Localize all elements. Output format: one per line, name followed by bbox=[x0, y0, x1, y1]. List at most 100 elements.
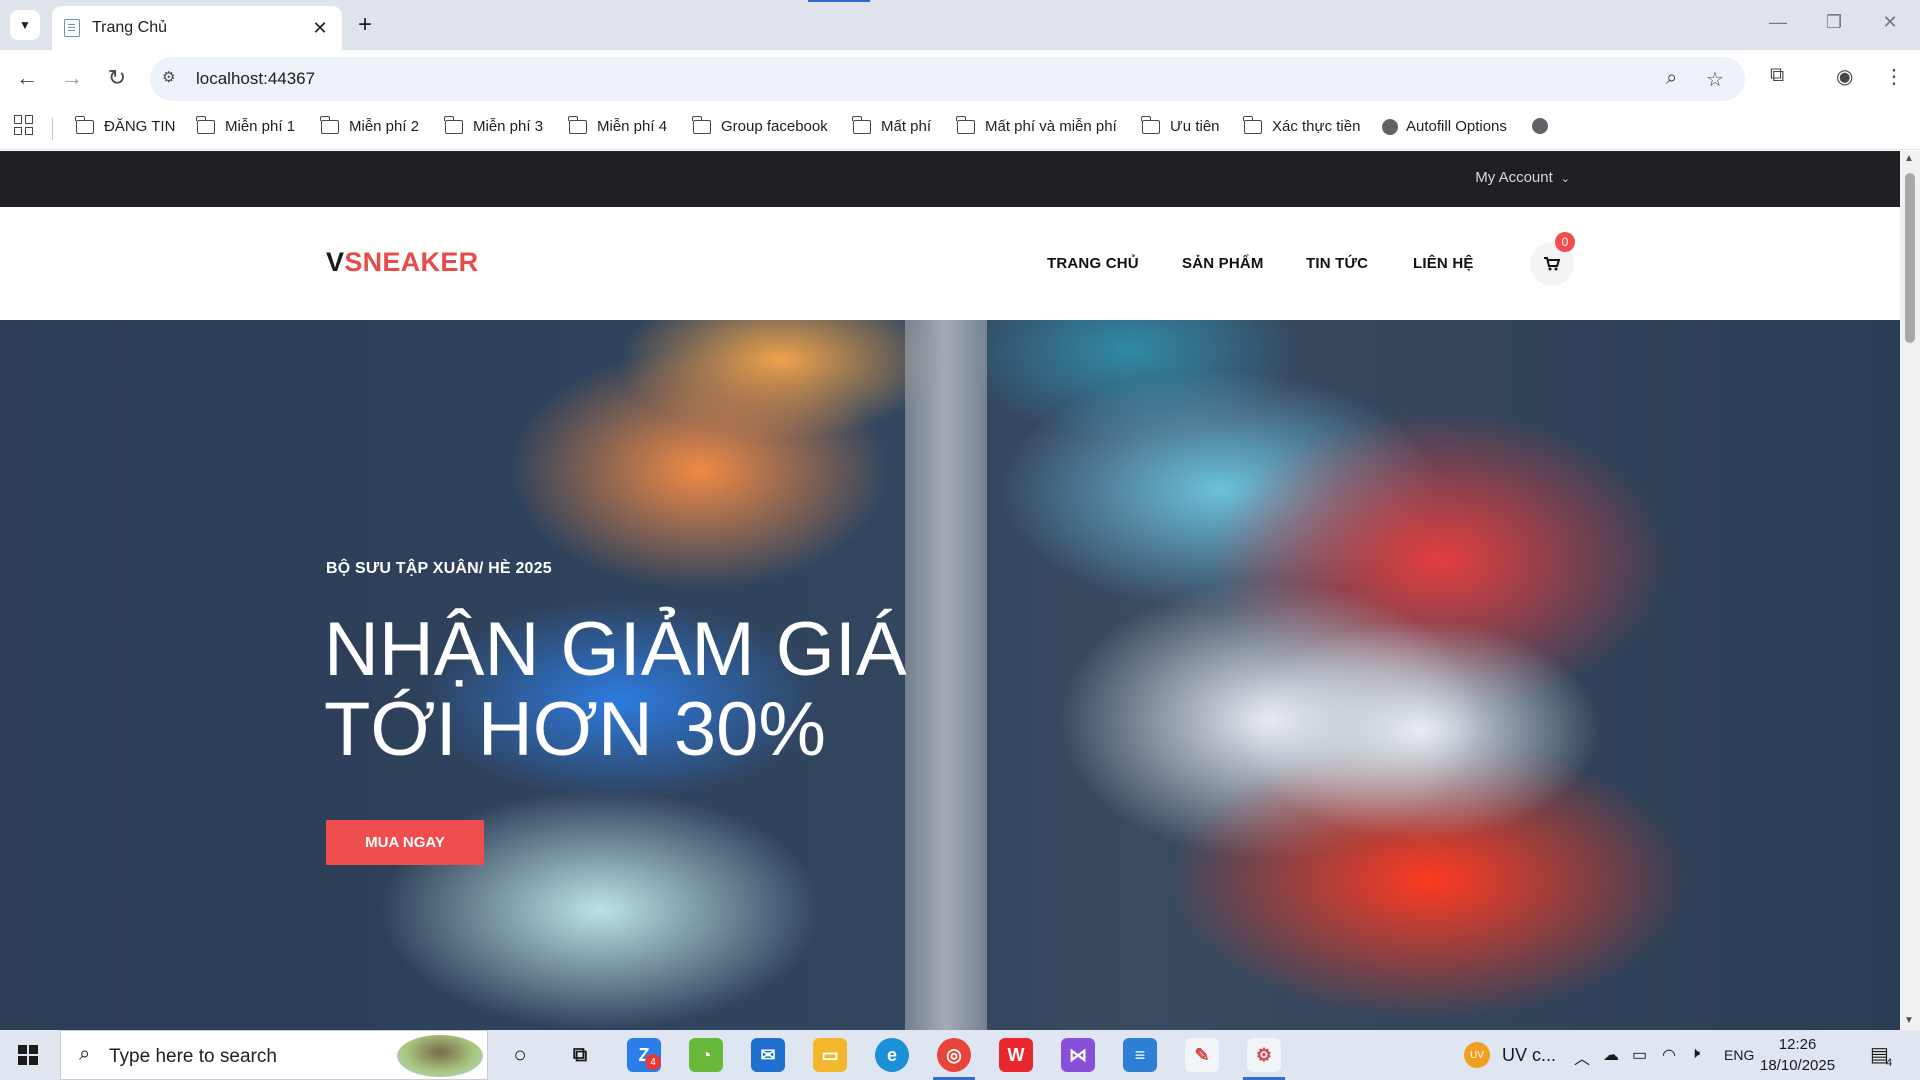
hero-title-line-1: NHẬN GIẢM GIÁ bbox=[324, 607, 907, 692]
bookmark-label: Mất phí bbox=[881, 118, 932, 135]
logo-rest: SNEAKER bbox=[344, 247, 479, 277]
folder-icon bbox=[1243, 115, 1262, 134]
visual-studio-icon[interactable]: ⋈ bbox=[1061, 1038, 1095, 1072]
volume-muted-icon[interactable]: 🕨 bbox=[1690, 1045, 1700, 1063]
page-scrollbar[interactable]: ▲ ▼ bbox=[1900, 151, 1920, 1030]
user-avatar[interactable]: UV bbox=[1464, 1042, 1490, 1068]
language-indicator[interactable]: ENG bbox=[1724, 1047, 1754, 1063]
minimize-icon[interactable]: — bbox=[1758, 12, 1798, 33]
wifi-icon[interactable]: ◠ bbox=[1662, 1045, 1676, 1065]
bookmark-label: Miễn phí 2 bbox=[349, 118, 420, 135]
page-favicon-icon bbox=[64, 19, 80, 37]
site-logo[interactable]: VSNEAKER bbox=[326, 247, 478, 278]
chrome-icon[interactable]: ◎ bbox=[937, 1038, 971, 1072]
back-icon[interactable]: ← bbox=[12, 65, 42, 91]
sql-server-icon[interactable]: ⚙ bbox=[1247, 1038, 1281, 1072]
cortana-icon[interactable]: ○ bbox=[503, 1038, 537, 1072]
windows-taskbar: ⌕ Type here to search ○ ⧉ Z 4 ◔ ✉ ▭ e ◎ … bbox=[0, 1030, 1920, 1080]
tray-user-label[interactable]: UV c... bbox=[1502, 1045, 1556, 1066]
paint-icon[interactable]: ✎ bbox=[1185, 1038, 1219, 1072]
folder-icon bbox=[320, 115, 339, 134]
scroll-up-icon[interactable]: ▲ bbox=[1904, 153, 1914, 164]
bookmark-mien-phi-1[interactable]: Miễn phí 1 bbox=[196, 115, 295, 135]
chevron-down-icon: ⌄ bbox=[1560, 173, 1570, 185]
file-explorer-icon[interactable]: ▭ bbox=[813, 1038, 847, 1072]
nav-lien-he[interactable]: LIÊN HỆ bbox=[1413, 255, 1474, 272]
database-icon[interactable]: ≡ bbox=[1123, 1038, 1157, 1072]
folder-icon bbox=[444, 115, 463, 134]
hero-title-line-2: TỚI HƠN 30% bbox=[324, 687, 826, 772]
bookmark-label: Xác thực tiền bbox=[1272, 118, 1361, 135]
bookmark-mat-phi[interactable]: Mất phí bbox=[852, 115, 932, 135]
browser-tab-strip: ▼ Trang Chủ ✕ + — ❐ ✕ bbox=[0, 0, 1920, 50]
extensions-icon[interactable]: ⧉ bbox=[1770, 64, 1784, 87]
bookmark-label: Ưu tiên bbox=[1170, 118, 1220, 135]
reload-icon[interactable]: ↻ bbox=[102, 65, 132, 91]
tab-title: Trang Chủ bbox=[92, 19, 167, 36]
my-account-dropdown[interactable]: My Account ⌄ bbox=[1475, 169, 1570, 186]
bookmark-star-icon[interactable]: ☆ bbox=[1706, 67, 1724, 92]
zalo-badge: 4 bbox=[645, 1054, 661, 1070]
nav-tin-tuc[interactable]: TIN TỨC bbox=[1306, 255, 1368, 272]
scroll-down-icon[interactable]: ▼ bbox=[1904, 1015, 1914, 1026]
greenshot-icon[interactable]: ◔ bbox=[689, 1038, 723, 1072]
bookmark-dang-tin[interactable]: ĐĂNG TIN bbox=[75, 115, 176, 135]
bookmark-mien-phi-4[interactable]: Miễn phí 4 bbox=[568, 115, 668, 135]
wps-office-icon[interactable]: W bbox=[999, 1038, 1033, 1072]
clock-date: 18/10/2025 bbox=[1760, 1057, 1836, 1074]
url-text[interactable]: localhost:44367 bbox=[196, 69, 315, 89]
windows-start-icon[interactable] bbox=[18, 1045, 38, 1065]
logo-first-letter: V bbox=[326, 247, 345, 277]
shop-now-button[interactable]: MUA NGAY bbox=[326, 820, 484, 865]
folder-icon bbox=[568, 115, 587, 134]
bookmark-autofill-options[interactable]: Autofill Options bbox=[1382, 118, 1507, 135]
search-icon: ⌕ bbox=[79, 1043, 91, 1065]
search-highlight-image bbox=[397, 1035, 483, 1077]
folder-icon bbox=[1141, 115, 1160, 134]
bookmark-uu-tien[interactable]: Ưu tiên bbox=[1141, 115, 1220, 135]
mail-icon[interactable]: ✉ bbox=[751, 1038, 785, 1072]
restore-icon[interactable]: ❐ bbox=[1814, 12, 1854, 33]
taskbar-clock[interactable]: 12:26 18/10/2025 bbox=[1760, 1034, 1835, 1076]
apps-grid-icon[interactable] bbox=[14, 115, 34, 135]
show-hidden-icons-icon[interactable]: ︿ bbox=[1574, 1045, 1590, 1069]
bookmarks-bar: ĐĂNG TIN Miễn phí 1 Miễn phí 2 Miễn phí … bbox=[0, 108, 1920, 150]
battery-icon[interactable]: ▭ bbox=[1632, 1045, 1647, 1065]
browser-tab[interactable]: Trang Chủ ✕ bbox=[52, 6, 342, 50]
hero-subtitle: BỘ SƯU TẬP XUÂN/ HÈ 2025 bbox=[326, 560, 552, 577]
forward-icon[interactable]: → bbox=[57, 65, 87, 91]
onedrive-icon[interactable]: ☁ bbox=[1603, 1045, 1619, 1065]
bookmark-label: Miễn phí 4 bbox=[597, 118, 668, 135]
menu-kebab-icon[interactable]: ⋮ bbox=[1884, 64, 1904, 89]
tab-close-icon[interactable]: ✕ bbox=[310, 18, 330, 39]
taskbar-search-placeholder: Type here to search bbox=[109, 1046, 277, 1067]
new-tab-icon[interactable]: + bbox=[352, 12, 378, 38]
site-header: VSNEAKER TRANG CHỦ SẢN PHẨM TIN TỨC LIÊN… bbox=[0, 207, 1900, 320]
folder-icon bbox=[196, 115, 215, 134]
cart-icon bbox=[1544, 257, 1560, 271]
tab-search-chevron-icon[interactable]: ▼ bbox=[10, 10, 40, 40]
nav-san-pham[interactable]: SẢN PHẨM bbox=[1182, 255, 1264, 272]
scrollbar-thumb[interactable] bbox=[1905, 173, 1915, 343]
edge-icon[interactable]: e bbox=[875, 1038, 909, 1072]
zoom-icon[interactable]: ⌕ bbox=[1666, 67, 1677, 90]
bookmark-globe[interactable] bbox=[1532, 118, 1556, 134]
bookmark-group-facebook[interactable]: Group facebook bbox=[692, 115, 828, 135]
bookmark-label: ĐĂNG TIN bbox=[104, 118, 176, 135]
address-bar[interactable]: ⚙ localhost:44367 ⌕ ☆ bbox=[150, 57, 1745, 101]
task-view-icon[interactable]: ⧉ bbox=[563, 1038, 597, 1072]
site-info-icon[interactable]: ⚙ bbox=[162, 68, 184, 90]
hero-banner: BỘ SƯU TẬP XUÂN/ HÈ 2025 NHẬN GIẢM GIÁ T… bbox=[0, 320, 1900, 1030]
bookmark-mat-phi-va-mien-phi[interactable]: Mất phí và miễn phí bbox=[956, 115, 1117, 135]
folder-icon bbox=[852, 115, 871, 134]
globe-icon bbox=[1382, 118, 1398, 135]
bookmark-label: Mất phí và miễn phí bbox=[985, 118, 1117, 135]
nav-trang-chu[interactable]: TRANG CHỦ bbox=[1047, 255, 1139, 272]
taskbar-search-box[interactable]: ⌕ Type here to search bbox=[60, 1030, 488, 1080]
bookmark-xac-thuc-tien[interactable]: Xác thực tiền bbox=[1243, 115, 1361, 135]
bookmark-mien-phi-3[interactable]: Miễn phí 3 bbox=[444, 115, 543, 135]
close-window-icon[interactable]: ✕ bbox=[1870, 12, 1910, 33]
profile-icon[interactable]: ◉ bbox=[1836, 64, 1853, 89]
bookmark-mien-phi-2[interactable]: Miễn phí 2 bbox=[320, 115, 420, 135]
my-account-label: My Account bbox=[1475, 169, 1553, 186]
